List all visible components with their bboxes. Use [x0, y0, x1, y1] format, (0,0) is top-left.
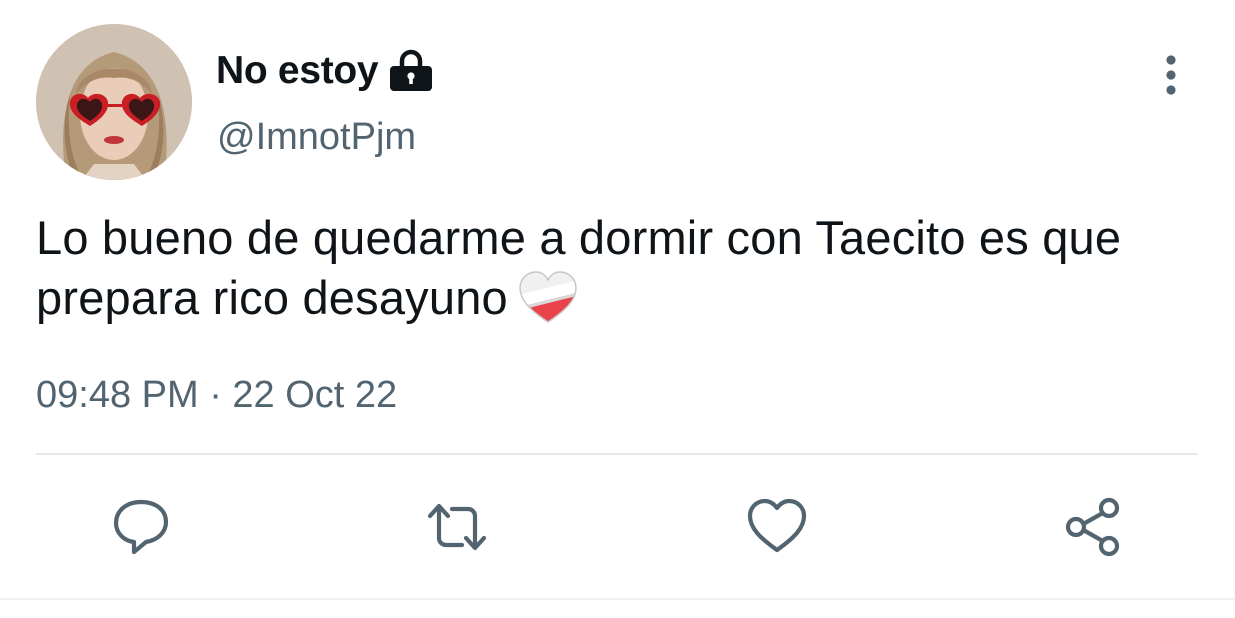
- display-name[interactable]: No estoy: [216, 49, 379, 93]
- retweet-icon: [427, 503, 487, 551]
- tweet-text: Lo bueno de quedarme a dormir con Taecit…: [36, 208, 1196, 328]
- share-icon: [1065, 497, 1120, 557]
- more-options-button[interactable]: [1150, 50, 1194, 100]
- lock-icon: [388, 48, 434, 94]
- more-vertical-icon: [1166, 55, 1176, 95]
- heart-icon: [747, 498, 807, 553]
- tweet-body: Lo bueno de quedarme a dormir con Taecit…: [36, 211, 1122, 324]
- share-button[interactable]: [1062, 496, 1124, 558]
- bottom-divider: [0, 598, 1235, 600]
- mending-heart-emoji: [518, 270, 578, 326]
- like-button[interactable]: [746, 496, 808, 558]
- comment-icon: [113, 499, 169, 555]
- avatar[interactable]: [36, 24, 192, 180]
- user-handle[interactable]: @ImnotPjm: [217, 116, 416, 159]
- tweet-timestamp[interactable]: 09:48 PM · 22 Oct 22: [36, 374, 397, 417]
- divider: [36, 453, 1198, 455]
- profile-avatar-image: [36, 24, 192, 180]
- reply-button[interactable]: [110, 496, 172, 558]
- display-name-row: No estoy: [216, 46, 434, 96]
- retweet-button[interactable]: [426, 496, 488, 558]
- tweet-card: No estoy @ImnotPjm Lo bueno de quedarme …: [0, 0, 1235, 618]
